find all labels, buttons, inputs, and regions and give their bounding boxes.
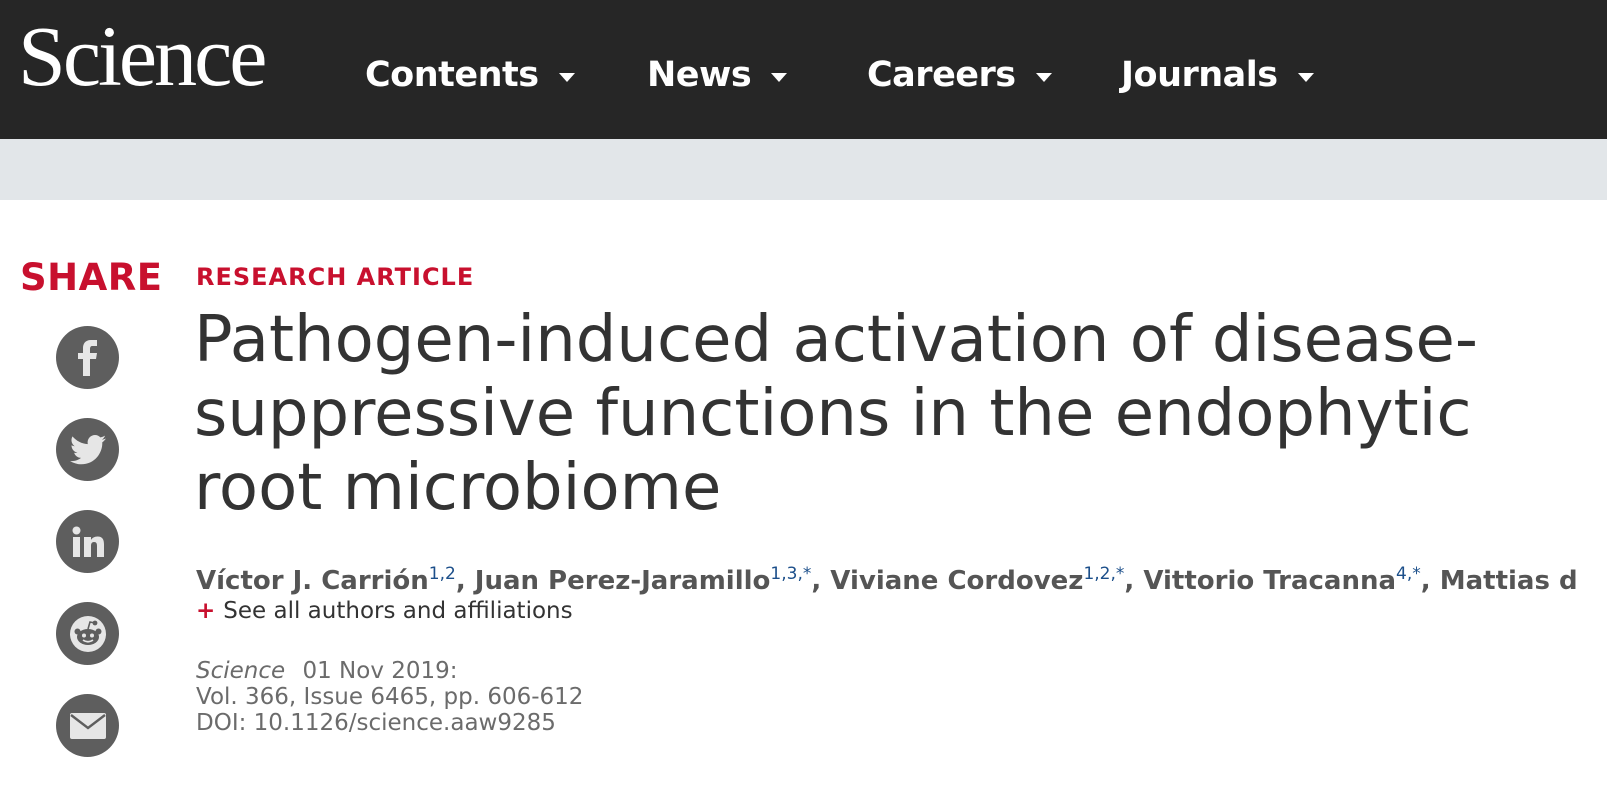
author-affiliation-sup[interactable]: 1,2 [429,564,456,584]
secondary-band [0,139,1607,200]
share-facebook-button[interactable] [56,326,119,389]
plus-icon: + [196,598,216,624]
share-linkedin-button[interactable] [56,510,119,573]
article-title: Pathogen-induced activation of disease-s… [194,303,1478,525]
see-all-authors-label: See all authors and affiliations [223,598,573,624]
linkedin-icon [72,526,104,557]
nav-journals-label: Journals [1121,55,1278,95]
author-name[interactable]: Mattias d... [1440,566,1576,596]
chevron-down-icon [1035,72,1052,82]
author-name[interactable]: Vittorio Tracanna [1143,566,1396,596]
reddit-icon [69,615,106,652]
chevron-down-icon [558,72,575,82]
chevron-down-icon [771,72,788,82]
publication-date: 01 Nov 2019: [302,658,458,684]
author-name[interactable]: Viviane Cordovez [830,566,1083,596]
nav-news-label: News [647,55,752,95]
share-twitter-button[interactable] [56,418,119,481]
author-affiliation-sup[interactable]: 1,3,* [770,564,811,584]
doi: DOI: 10.1126/science.aaw9285 [196,710,556,736]
share-reddit-button[interactable] [56,602,119,665]
share-email-button[interactable] [56,694,119,757]
author-list: Víctor J. Carrión1,2, Juan Perez-Jaramil… [196,556,1576,599]
science-logo[interactable]: Science [18,10,267,102]
volume-issue: Vol. 366, Issue 6465, pp. 606-612 [196,684,584,710]
author-name[interactable]: Juan Perez-Jaramillo [475,566,771,596]
twitter-icon [69,434,106,464]
nav-contents-label: Contents [365,55,539,95]
author-name[interactable]: Víctor J. Carrión [196,566,429,596]
nav-careers-label: Careers [867,55,1016,95]
nav-journals[interactable]: Journals [1121,50,1314,100]
journal-name: Science [196,658,286,684]
facebook-icon [77,339,97,376]
nav-contents[interactable]: Contents [365,50,575,100]
email-icon [69,712,106,739]
nav-careers[interactable]: Careers [867,50,1052,100]
share-label: SHARE [20,256,163,299]
see-all-authors-link[interactable]: + See all authors and affiliations [196,598,573,624]
nav-news[interactable]: News [647,50,788,100]
citation-line-1: Science 01 Nov 2019: [196,658,583,684]
top-navigation-bar: Science Contents News Careers Journals [0,0,1607,139]
author-affiliation-sup[interactable]: 4,* [1396,564,1421,584]
chevron-down-icon [1297,72,1314,82]
citation-block: Science 01 Nov 2019: Vol. 366, Issue 646… [196,658,583,736]
author-affiliation-sup[interactable]: 1,2,* [1083,564,1124,584]
article-type-label: RESEARCH ARTICLE [196,263,475,291]
